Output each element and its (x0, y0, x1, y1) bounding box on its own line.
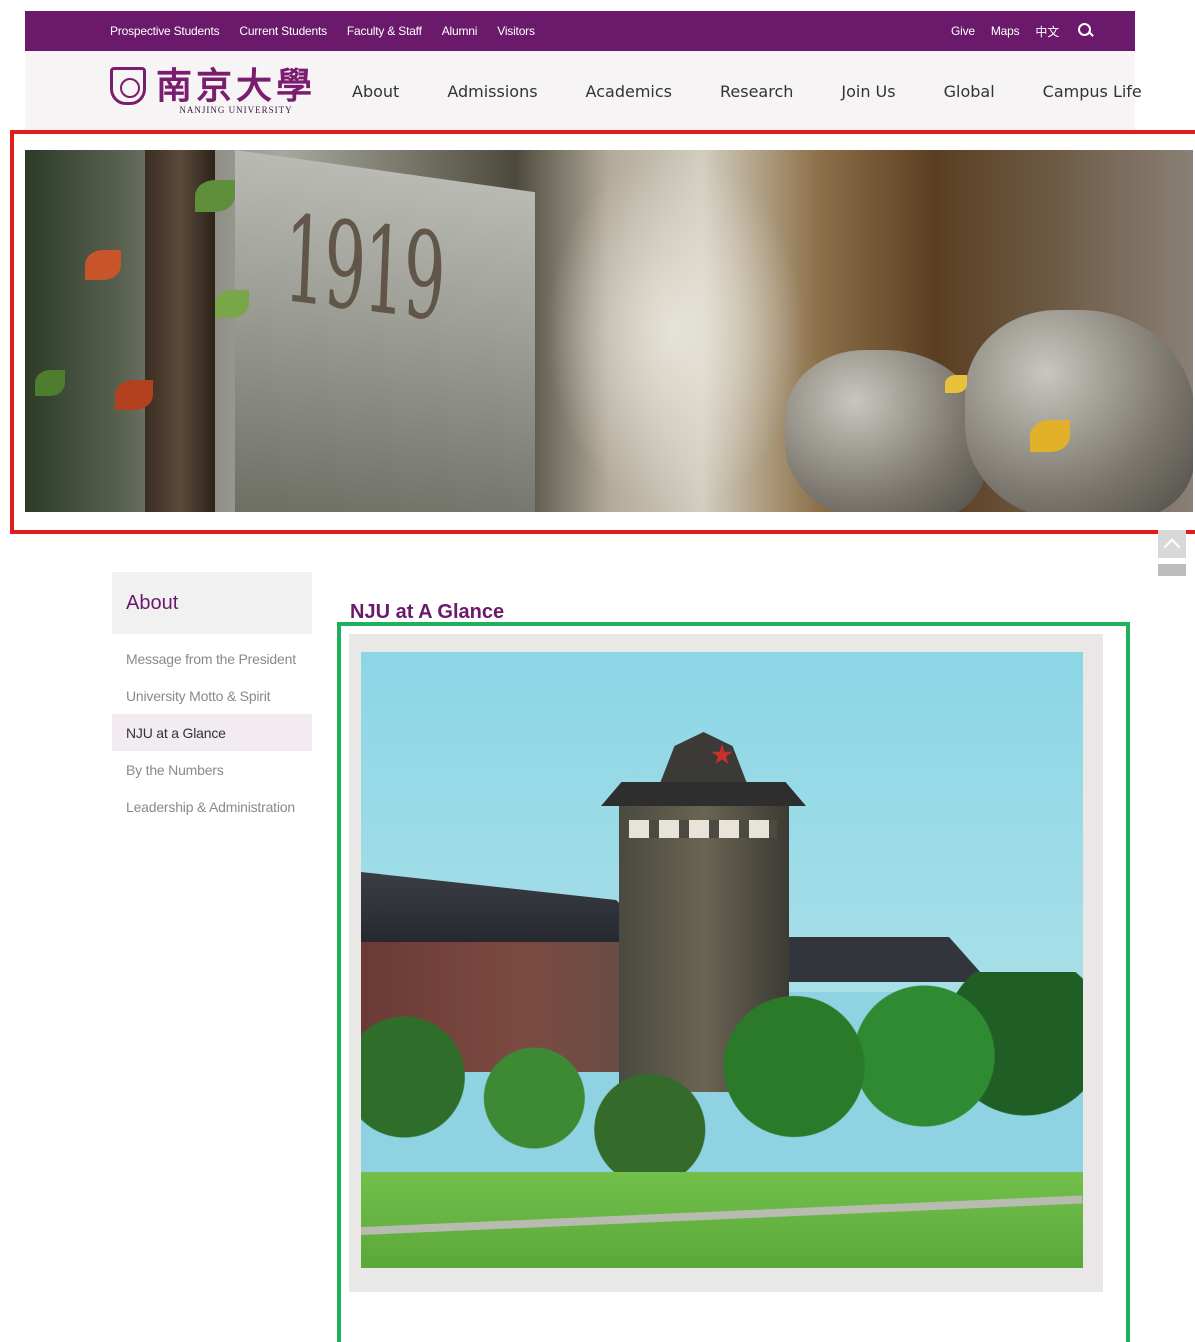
link-give[interactable]: Give (951, 24, 975, 38)
nav-about[interactable]: About (352, 82, 423, 101)
banner-leaf (85, 250, 121, 280)
campus-photo (361, 652, 1083, 1268)
banner-leaf (115, 380, 153, 410)
banner-leaf (215, 290, 249, 318)
link-alumni[interactable]: Alumni (442, 24, 478, 38)
search-icon[interactable] (1075, 21, 1095, 41)
scroll-control-secondary[interactable] (1158, 564, 1186, 576)
nav-research[interactable]: Research (696, 82, 817, 101)
photo-tower-eave (601, 782, 806, 806)
sidebar-item-message-from-president[interactable]: Message from the President (112, 640, 312, 677)
university-logo[interactable]: 南京大學 NANJING UNIVERSITY (110, 65, 316, 115)
sidebar-menu: Message from the President University Mo… (112, 640, 312, 825)
banner-leaf (35, 370, 65, 396)
banner-leaf (195, 180, 235, 212)
page-title: NJU at A Glance (350, 601, 505, 624)
photo-tower-windows (629, 820, 777, 838)
nav-global[interactable]: Global (920, 82, 1019, 101)
utility-bar: Prospective Students Current Students Fa… (25, 11, 1135, 51)
nav-admissions[interactable]: Admissions (423, 82, 561, 101)
nav-academics[interactable]: Academics (562, 82, 696, 101)
photo-trees (361, 972, 1083, 1182)
link-visitors[interactable]: Visitors (497, 24, 535, 38)
link-maps[interactable]: Maps (991, 24, 1020, 38)
audience-links: Prospective Students Current Students Fa… (110, 11, 535, 51)
scroll-to-top-button[interactable] (1158, 530, 1186, 558)
link-prospective-students[interactable]: Prospective Students (110, 24, 220, 38)
photo-lawn (361, 1172, 1083, 1268)
link-faculty-staff[interactable]: Faculty & Staff (347, 24, 422, 38)
chevron-up-icon (1163, 538, 1181, 556)
hero-banner: 1919 (25, 150, 1193, 512)
link-chinese[interactable]: 中文 (1035, 23, 1059, 40)
sidebar-item-leadership-administration[interactable]: Leadership & Administration (112, 788, 312, 825)
utility-links: Give Maps 中文 (951, 11, 1095, 51)
sidebar-title: About (112, 572, 312, 634)
banner-year-engraving: 1919 (281, 190, 446, 349)
main-navigation: About Admissions Academics Research Join… (352, 51, 1166, 131)
banner-leaf (945, 375, 967, 393)
banner-rock (965, 310, 1193, 512)
banner-leaf (1030, 420, 1070, 452)
site-header: 南京大學 NANJING UNIVERSITY About Admissions… (25, 51, 1142, 131)
sidebar-item-by-the-numbers[interactable]: By the Numbers (112, 751, 312, 788)
logo-english-name: NANJING UNIVERSITY (179, 105, 293, 115)
nav-campus-life[interactable]: Campus Life (1019, 82, 1166, 101)
link-current-students[interactable]: Current Students (239, 24, 327, 38)
nav-join-us[interactable]: Join Us (817, 82, 919, 101)
seal-icon (110, 67, 146, 105)
banner-fog (545, 150, 805, 512)
sidebar-item-motto-spirit[interactable]: University Motto & Spirit (112, 677, 312, 714)
sidebar-item-nju-at-a-glance[interactable]: NJU at a Glance (112, 714, 312, 751)
logo-chinese-name: 南京大學 (156, 65, 317, 107)
section-sidebar: About Message from the President Univers… (112, 572, 312, 825)
logo-wordmark: 南京大學 NANJING UNIVERSITY (156, 65, 316, 115)
